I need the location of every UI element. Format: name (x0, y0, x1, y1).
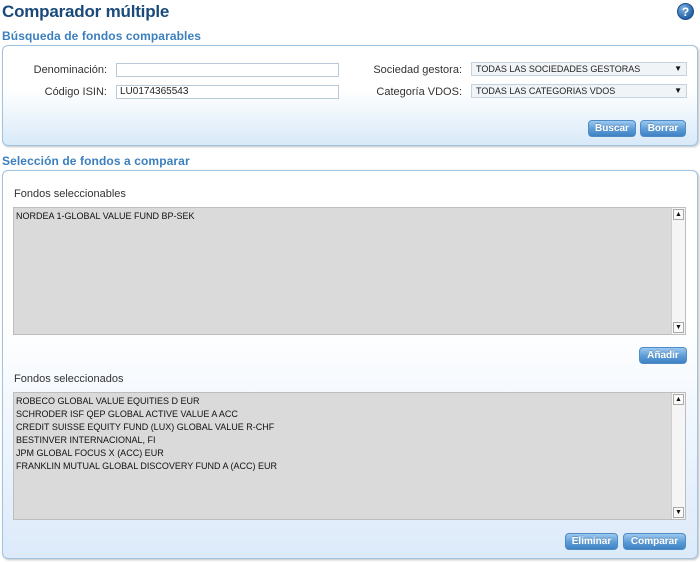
categoria-selected-value: TODAS LAS CATEGORIAS VDOS (476, 86, 616, 96)
help-icon[interactable]: ? (677, 3, 694, 20)
list-item[interactable]: SCHRODER ISF QEP GLOBAL ACTIVE VALUE A A… (16, 408, 669, 421)
list-item[interactable]: JPM GLOBAL FOCUS X (ACC) EUR (16, 447, 669, 460)
borrar-button[interactable]: Borrar (640, 120, 686, 137)
page-title: Comparador múltiple (2, 2, 170, 21)
isin-label: Código ISIN: (44, 86, 107, 98)
selected-items: ROBECO GLOBAL VALUE EQUITIES D EUR SCHROD… (16, 395, 669, 473)
selectable-listbox[interactable]: NORDEA 1-GLOBAL VALUE FUND BP-SEK ▲ ▼ (13, 207, 686, 335)
sociedad-selected-value: TODAS LAS SOCIEDADES GESTORAS (476, 64, 641, 74)
list-item[interactable]: BESTINVER INTERNACIONAL, FI (16, 434, 669, 447)
comparar-button[interactable]: Comparar (623, 533, 686, 550)
search-panel: Denominación: Código ISIN: LU0174365543 … (2, 45, 698, 146)
scroll-up-icon[interactable]: ▲ (673, 394, 684, 405)
selected-listbox[interactable]: ROBECO GLOBAL VALUE EQUITIES D EUR SCHROD… (13, 392, 686, 520)
chevron-down-icon: ▼ (674, 64, 682, 73)
denominacion-field[interactable] (116, 63, 339, 77)
list-item[interactable]: CREDIT SUISSE EQUITY FUND (LUX) GLOBAL V… (16, 421, 669, 434)
scroll-up-icon[interactable]: ▲ (673, 209, 684, 220)
list-item[interactable]: NORDEA 1-GLOBAL VALUE FUND BP-SEK (16, 210, 669, 223)
eliminar-button[interactable]: Eliminar (565, 533, 618, 550)
selection-panel: Fondos seleccionables NORDEA 1-GLOBAL VA… (2, 170, 698, 559)
scrollbar[interactable]: ▲ ▼ (671, 208, 685, 334)
selectable-label: Fondos seleccionables (14, 188, 126, 200)
scrollbar[interactable]: ▲ ▼ (671, 393, 685, 519)
sociedad-select[interactable]: TODAS LAS SOCIEDADES GESTORAS ▼ (471, 62, 687, 76)
list-item[interactable]: FRANKLIN MUTUAL GLOBAL DISCOVERY FUND A … (16, 460, 669, 473)
scroll-down-icon[interactable]: ▼ (673, 322, 684, 333)
search-section-title: Búsqueda de fondos comparables (2, 29, 202, 43)
selectable-items: NORDEA 1-GLOBAL VALUE FUND BP-SEK (16, 210, 669, 223)
buscar-button[interactable]: Buscar (588, 120, 636, 137)
sociedad-label: Sociedad gestora: (373, 64, 462, 76)
list-item[interactable]: ROBECO GLOBAL VALUE EQUITIES D EUR (16, 395, 669, 408)
selected-label: Fondos seleccionados (14, 373, 124, 385)
chevron-down-icon: ▼ (674, 86, 682, 95)
categoria-label: Categoría VDOS: (376, 86, 462, 98)
categoria-select[interactable]: TODAS LAS CATEGORIAS VDOS ▼ (471, 84, 687, 98)
denominacion-label: Denominación: (33, 64, 107, 76)
anadir-button[interactable]: Añadir (639, 347, 687, 364)
selection-section-title: Selección de fondos a comparar (2, 154, 190, 168)
scroll-down-icon[interactable]: ▼ (673, 507, 684, 518)
isin-field[interactable]: LU0174365543 (116, 85, 339, 99)
